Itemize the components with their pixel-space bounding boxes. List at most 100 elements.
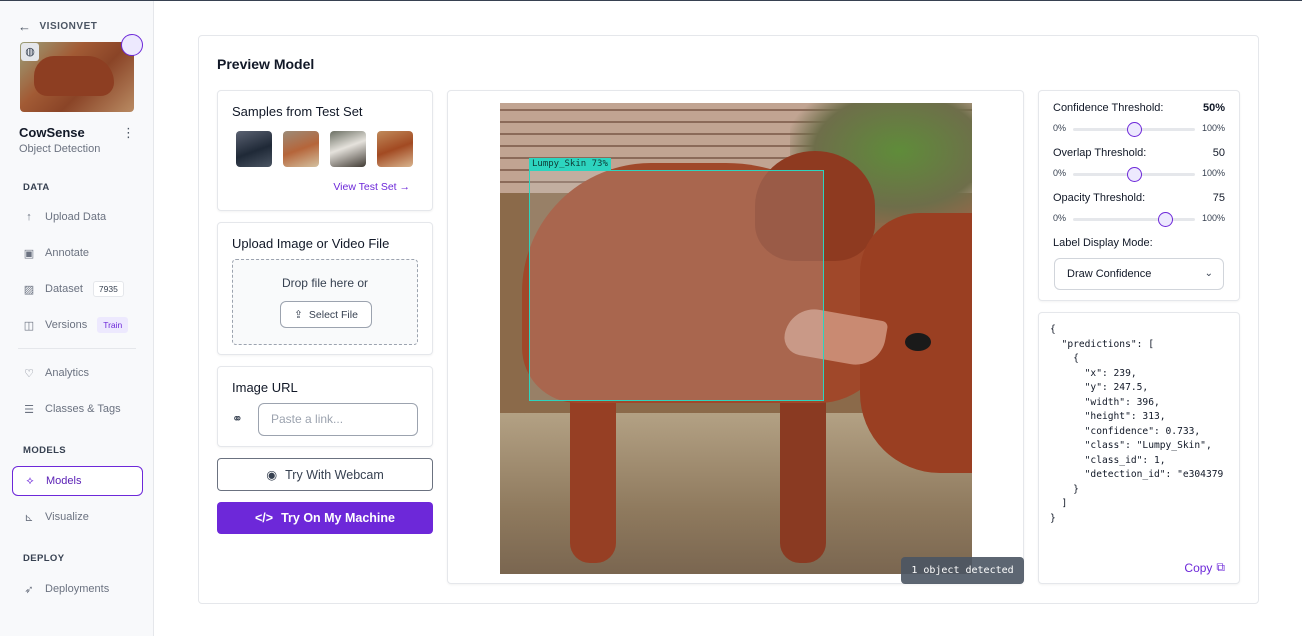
project-name: CowSense — [19, 125, 85, 140]
sidebar-item-label: Upload Data — [45, 211, 107, 223]
json-output: { "predictions": [ { "x": 239, "y": 247.… — [1050, 324, 1224, 524]
sidebar-item-annotate[interactable]: ▣ Annotate — [12, 238, 143, 268]
code-icon: </> — [255, 511, 274, 525]
overlap-threshold-value: 50 — [1212, 147, 1225, 159]
models-icon: ⟡ — [26, 474, 34, 487]
opacity-slider[interactable]: 0% 100% — [1053, 212, 1225, 227]
kebab-menu-icon[interactable]: ⋮ — [122, 125, 135, 141]
sample-thumbnail[interactable] — [330, 131, 366, 167]
label-display-mode-label: Label Display Mode: — [1053, 237, 1153, 249]
page-title: Preview Model — [217, 56, 315, 72]
sidebar-item-versions[interactable]: ◫ Versions Train — [12, 310, 143, 340]
sidebar-item-classes-tags[interactable]: ☰ Classes & Tags — [12, 394, 143, 424]
sidebar: ← VISIONVET ◍ CowSense ⋮ Object Detectio… — [0, 1, 154, 636]
select-file-label: Select File — [308, 308, 358, 321]
rocket-icon: ➶ — [24, 583, 34, 596]
json-output-panel: { "predictions": [ { "x": 239, "y": 247.… — [1038, 312, 1240, 584]
status-circle-icon — [121, 34, 143, 56]
slider-max-label: 100% — [1201, 123, 1225, 133]
section-data: DATA — [23, 182, 50, 193]
upload-icon: ↑ — [26, 211, 32, 223]
sample-thumbnail[interactable] — [236, 131, 272, 167]
visualize-icon: ⊾ — [24, 511, 34, 524]
project-type: Object Detection — [19, 143, 101, 155]
label-display-mode-value: Draw Confidence — [1067, 268, 1152, 280]
upload-title: Upload Image or Video File — [232, 236, 390, 251]
preview-image: Lumpy_Skin 73% — [500, 103, 972, 574]
confidence-threshold-value: 50% — [1202, 102, 1225, 114]
upload-tray-icon: ⇪ — [294, 308, 303, 321]
slider-min-label: 0% — [1053, 168, 1067, 178]
sidebar-item-deployments[interactable]: ➶ Deployments — [12, 574, 143, 604]
classes-icon: ☰ — [24, 403, 34, 416]
threshold-panel: Confidence Threshold: 50% 0% 100% Overla… — [1038, 90, 1240, 301]
slider-min-label: 0% — [1053, 123, 1067, 133]
sidebar-item-models[interactable]: ⟡ Models — [12, 466, 143, 496]
sidebar-item-visualize[interactable]: ⊾ Visualize — [12, 502, 143, 532]
copy-button[interactable]: Copy ⧉ — [1184, 560, 1225, 575]
dataset-count-badge: 7935 — [92, 281, 124, 297]
slider-knob[interactable] — [1127, 122, 1142, 137]
divider — [18, 348, 136, 349]
dataset-icon: ▨ — [23, 283, 35, 296]
overlap-threshold-label: Overlap Threshold: — [1053, 147, 1147, 159]
link-icon: ⚭ — [232, 411, 243, 426]
webcam-icon: ◉ — [266, 468, 278, 482]
samples-title: Samples from Test Set — [232, 104, 363, 119]
sample-thumbnail[interactable] — [377, 131, 413, 167]
versions-icon: ◫ — [23, 319, 35, 332]
file-dropzone[interactable]: Drop file here or ⇪ Select File — [232, 259, 418, 345]
slider-knob[interactable] — [1127, 167, 1142, 182]
detection-label: Lumpy_Skin 73% — [529, 158, 611, 170]
sidebar-item-label: Deployments — [45, 583, 110, 595]
slider-knob[interactable] — [1157, 212, 1173, 227]
drop-text: Drop file here or — [281, 276, 369, 290]
overlap-slider[interactable]: 0% 100% — [1053, 167, 1225, 182]
try-on-machine-label: Try On My Machine — [281, 511, 395, 525]
slider-max-label: 100% — [1201, 168, 1225, 178]
view-test-set-link[interactable]: View Test Set → — [333, 181, 410, 193]
sidebar-item-label: Visualize — [45, 511, 89, 523]
workspace-name: VISIONVET — [39, 21, 98, 32]
opacity-threshold-label: Opacity Threshold: — [1053, 192, 1146, 204]
try-webcam-label: Try With Webcam — [285, 467, 384, 482]
label-display-mode-select[interactable]: Draw Confidence ⌄ — [1054, 258, 1224, 290]
image-url-input[interactable]: Paste a link... — [258, 403, 418, 436]
sidebar-item-analytics[interactable]: ♡ Analytics — [12, 358, 143, 388]
copy-label: Copy — [1184, 560, 1213, 575]
confidence-slider[interactable]: 0% 100% — [1053, 122, 1225, 137]
slider-max-label: 100% — [1201, 213, 1225, 223]
upload-card: Upload Image or Video File Drop file her… — [217, 222, 433, 355]
sidebar-item-label: Models — [46, 475, 82, 487]
confidence-threshold-label: Confidence Threshold: — [1053, 102, 1164, 114]
sidebar-item-label: Dataset — [45, 283, 83, 295]
opacity-threshold-value: 75 — [1212, 192, 1225, 204]
image-url-title: Image URL — [232, 380, 298, 395]
analytics-icon: ♡ — [24, 367, 34, 380]
detection-bounding-box — [529, 170, 824, 401]
chevron-down-icon: ⌄ — [1204, 268, 1213, 279]
sidebar-item-label: Classes & Tags — [45, 403, 121, 415]
sidebar-item-label: Versions — [45, 319, 88, 331]
back-link[interactable]: ← VISIONVET — [18, 19, 97, 34]
annotate-icon: ▣ — [23, 247, 35, 260]
slider-min-label: 0% — [1053, 213, 1067, 223]
arrow-left-icon: ← — [18, 19, 32, 34]
try-on-machine-button[interactable]: </> Try On My Machine — [217, 502, 433, 534]
image-preview-panel: Lumpy_Skin 73% 1 object detected — [447, 90, 1024, 584]
detection-count-badge: 1 object detected — [901, 557, 1024, 584]
sidebar-item-dataset[interactable]: ▨ Dataset 7935 — [12, 274, 143, 304]
image-url-card: Image URL ⚭ Paste a link... — [217, 366, 433, 447]
section-deploy: DEPLOY — [23, 553, 65, 564]
samples-card: Samples from Test Set View Test Set → — [217, 90, 433, 211]
copy-icon: ⧉ — [1216, 560, 1225, 574]
sample-thumbnail[interactable] — [283, 131, 319, 167]
globe-icon[interactable]: ◍ — [21, 43, 39, 61]
try-webcam-button[interactable]: ◉ Try With Webcam — [217, 458, 433, 491]
select-file-button[interactable]: ⇪ Select File — [280, 301, 372, 328]
sidebar-item-label: Analytics — [45, 367, 90, 379]
sidebar-item-label: Annotate — [45, 247, 90, 259]
sidebar-item-upload-data[interactable]: ↑ Upload Data — [12, 202, 143, 232]
section-models: MODELS — [23, 445, 67, 456]
train-badge: Train — [97, 317, 129, 333]
